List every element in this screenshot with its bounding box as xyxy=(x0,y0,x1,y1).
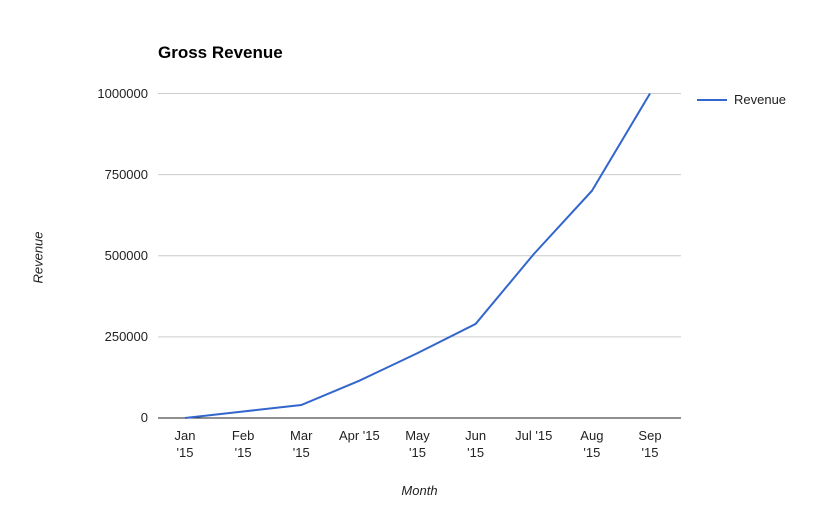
y-tick-label: 0 xyxy=(0,410,148,426)
legend: Revenue xyxy=(697,92,786,108)
y-tick-label: 750000 xyxy=(0,167,148,183)
legend-series-label: Revenue xyxy=(734,92,786,108)
x-tick-label: Sep '15 xyxy=(615,427,685,461)
x-axis-title: Month xyxy=(158,483,681,498)
chart-canvas: Gross Revenue Revenue 025000050000075000… xyxy=(0,0,839,513)
y-tick-label: 500000 xyxy=(0,248,148,264)
y-tick-label: 250000 xyxy=(0,329,148,345)
legend-line-swatch xyxy=(697,99,727,101)
y-tick-label: 1000000 xyxy=(0,86,148,102)
